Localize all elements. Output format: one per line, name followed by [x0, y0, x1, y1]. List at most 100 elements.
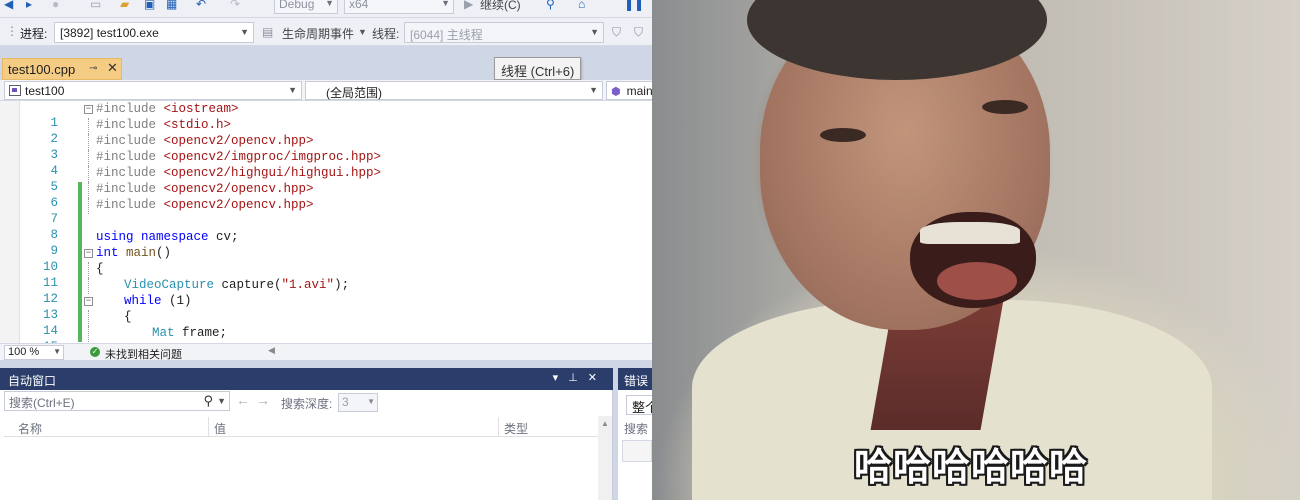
undo-icon[interactable]: ↶ [196, 0, 206, 12]
autos-search-input[interactable]: 搜索(Ctrl+E) ⚲ ▼ [4, 391, 230, 411]
collapse-icon[interactable]: − [84, 105, 93, 114]
search-depth-select[interactable]: 3 ▼ [338, 393, 378, 412]
code-line[interactable]: 14 { [0, 310, 652, 338]
code-text: while (1) [124, 294, 192, 308]
search-placeholder: 搜索(Ctrl+E) [9, 396, 75, 410]
member-value: main [626, 84, 652, 98]
code-line[interactable]: 8 [0, 214, 652, 242]
change-marker [78, 262, 82, 278]
forward-disabled-icon: ● [52, 0, 60, 11]
close-icon[interactable]: ✕ [588, 372, 607, 384]
pin-icon[interactable]: ⊥ [568, 372, 588, 384]
column-header-name[interactable]: 名称 [18, 420, 42, 437]
column-divider[interactable] [208, 417, 209, 437]
code-line[interactable]: 13 − while (1) [0, 294, 652, 322]
chevron-down-icon[interactable]: ▼ [358, 27, 367, 37]
issues-status[interactable]: 未找到相关问题 [105, 346, 182, 362]
code-text: { [124, 310, 132, 324]
fold-guide [88, 278, 89, 294]
home-icon[interactable]: ⌂ [578, 0, 585, 12]
configuration-select[interactable]: Debug ▼ [274, 0, 338, 14]
code-text: Mat frame; [152, 326, 228, 340]
search-depth-value: 3 [342, 395, 349, 409]
code-line[interactable]: 2 #include <stdio.h> [0, 118, 652, 146]
error-list-title: 错误 [624, 374, 649, 388]
code-line[interactable]: 4 #include <opencv2/imgproc/imgproc.hpp> [0, 150, 652, 178]
window-controls: ▾⊥✕ [553, 371, 607, 384]
chevron-down-icon: ▼ [53, 347, 61, 356]
code-line[interactable]: 15 Mat frame; [0, 326, 652, 343]
scope-value: (全局范围) [326, 86, 382, 100]
fold-guide [88, 262, 89, 278]
process-select[interactable]: [3892] test100.exe ▼ [54, 22, 254, 43]
forward-icon[interactable]: ▸ [26, 0, 32, 12]
scroll-up-icon[interactable]: ▲ [601, 419, 609, 428]
code-line[interactable]: 6 #include <opencv2/opencv.hpp> [0, 182, 652, 210]
error-grid-header [622, 440, 652, 462]
code-line[interactable]: 1 − #include <iostream> [0, 102, 652, 130]
redo-icon[interactable]: ↷ [230, 0, 240, 12]
back-icon[interactable]: ◀ [4, 0, 13, 12]
search-icon[interactable]: ⚲ [203, 393, 213, 409]
column-header-type[interactable]: 类型 [504, 420, 528, 437]
code-line[interactable]: 10 − int main() [0, 246, 652, 274]
thread-label: 线程: [372, 27, 400, 41]
zoom-select[interactable]: 100 % ▼ [4, 345, 64, 360]
fold-guide [88, 310, 89, 326]
code-line[interactable]: 5 #include <opencv2/highgui/highgui.hpp> [0, 166, 652, 194]
new-item-icon[interactable]: ▭ [90, 0, 101, 12]
editor-status-bar: 100 % ▼ ✓ 未找到相关问题 ◀ [0, 343, 652, 362]
collapse-icon[interactable]: − [84, 297, 93, 306]
code-line[interactable]: 12 VideoCapture capture("1.avi"); [0, 278, 652, 306]
chevron-down-icon[interactable]: ▼ [217, 396, 226, 406]
continue-button[interactable]: 继续(C) [480, 0, 521, 13]
search-nav-arrows: ←→ [236, 392, 276, 408]
grip-icon: ⋮ [6, 24, 18, 38]
scope-select[interactable]: (全局范围) ▼ [305, 81, 603, 100]
filter-clear-icon[interactable]: ⛉ [634, 25, 643, 40]
autos-window: 自动窗口 ▾⊥✕ 搜索(Ctrl+E) ⚲ ▼ ←→ 搜索深度: 3 ▼ 名称 值… [0, 368, 613, 500]
pause-icon[interactable]: ❚❚ [624, 0, 644, 12]
save-icon[interactable]: ▣ [144, 0, 155, 12]
column-divider[interactable] [498, 417, 499, 437]
thread-select[interactable]: [6044] 主线程 ▼ [404, 22, 604, 43]
code-line[interactable]: 9 using namespace cv; [0, 230, 652, 258]
platform-value: x64 [349, 0, 369, 11]
filter-icon[interactable]: ⛉ [612, 25, 621, 40]
scroll-left-icon[interactable]: ◀ [268, 345, 275, 356]
open-folder-icon[interactable]: ▰ [120, 0, 129, 12]
code-line[interactable]: 11 { [0, 262, 652, 290]
error-scope-value: 整个 [632, 400, 652, 415]
collapse-icon[interactable]: − [84, 249, 93, 258]
change-marker [78, 310, 82, 326]
arrow-right-icon[interactable]: → [256, 392, 276, 408]
error-list-title-bar[interactable]: 错误 [618, 368, 652, 390]
member-select[interactable]: ⬢ main [606, 81, 652, 100]
error-scope-select[interactable]: 整个 [626, 395, 652, 415]
play-icon[interactable]: ▶ [464, 0, 473, 12]
vertical-scrollbar[interactable]: ▲ [598, 416, 612, 500]
chevron-down-icon: ▼ [589, 85, 598, 95]
tooltip: 线程 (Ctrl+6) [494, 57, 582, 80]
code-line[interactable]: 3 #include <opencv2/opencv.hpp> [0, 134, 652, 162]
autos-title-bar[interactable]: 自动窗口 ▾⊥✕ [0, 368, 613, 390]
save-all-icon[interactable]: ▦ [166, 0, 177, 12]
pin-icon[interactable]: ⊸ [89, 63, 97, 74]
project-select[interactable]: test100 ▼ [4, 81, 302, 100]
find-icon[interactable]: ⚲ [546, 0, 555, 12]
arrow-left-icon[interactable]: ← [236, 392, 256, 408]
code-editor[interactable]: 1 − #include <iostream> 2 #include <stdi… [0, 101, 652, 343]
platform-select[interactable]: x64 ▼ [344, 0, 454, 14]
column-header-value[interactable]: 值 [214, 420, 226, 437]
code-line[interactable]: 7 #include <opencv2/opencv.hpp> [0, 198, 652, 226]
close-icon[interactable]: ✕ [107, 60, 118, 76]
dropdown-icon[interactable]: ▾ [553, 372, 569, 384]
autos-title: 自动窗口 [8, 374, 57, 388]
teeth [920, 222, 1020, 244]
debug-location-toolbar: ⋮ 进程: [3892] test100.exe ▼ ▤ 生命周期事件 ▼ 线程:… [0, 18, 652, 46]
error-search-input[interactable]: 搜索 [624, 420, 648, 437]
zoom-value: 100 % [8, 346, 40, 358]
tab-test100-cpp[interactable]: test100.cpp ⊸ ✕ [2, 58, 122, 80]
lifecycle-events-button[interactable]: 生命周期事件 [282, 25, 354, 42]
search-depth-label: 搜索深度: [281, 397, 333, 411]
